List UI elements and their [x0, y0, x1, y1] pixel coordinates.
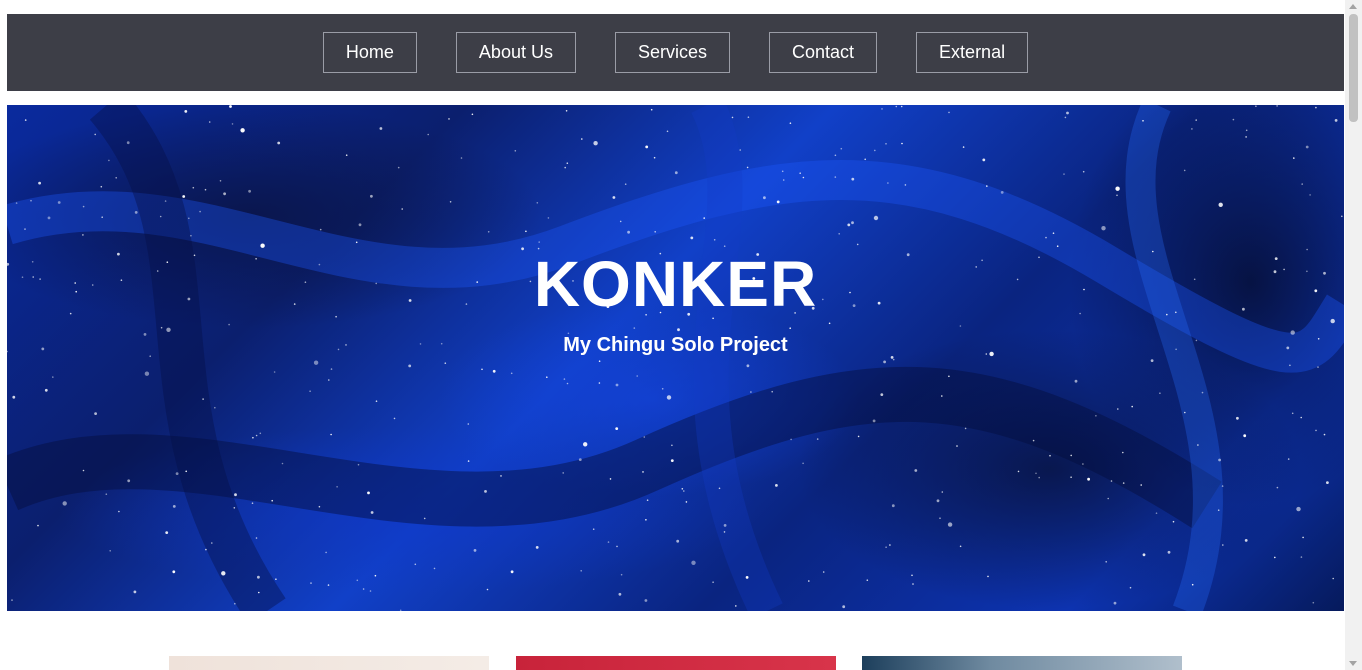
nav-item-home: Home [322, 32, 417, 73]
nav-link-contact[interactable]: Contact [769, 32, 878, 73]
hero-content: KONKER My Chingu Solo Project [7, 105, 1344, 611]
scrollbar-thumb[interactable] [1349, 14, 1358, 122]
feature-card-image-1 [169, 656, 489, 670]
chevron-up-icon[interactable] [1349, 4, 1357, 9]
nav-link-services[interactable]: Services [614, 32, 730, 73]
nav-item-external: External [916, 32, 1029, 73]
nav-item-contact: Contact [769, 32, 878, 73]
feature-card-image-2 [516, 656, 836, 670]
nav-item-services: Services [614, 32, 730, 73]
nav-list: Home About Us Services Contact External [322, 32, 1029, 73]
top-navbar: Home About Us Services Contact External [7, 14, 1344, 91]
chevron-down-icon[interactable] [1349, 661, 1357, 666]
hero-banner: KONKER My Chingu Solo Project [7, 105, 1344, 611]
page-scrollbar[interactable] [1345, 0, 1362, 670]
hero-title: KONKER [533, 248, 818, 320]
hero-subtitle: My Chingu Solo Project [563, 334, 788, 356]
nav-item-about: About Us [455, 32, 576, 73]
nav-link-home[interactable]: Home [322, 32, 417, 73]
feature-card-image-3 [862, 656, 1182, 670]
nav-link-about-us[interactable]: About Us [455, 32, 576, 73]
nav-link-external[interactable]: External [916, 32, 1029, 73]
page: Home About Us Services Contact External [0, 0, 1362, 670]
